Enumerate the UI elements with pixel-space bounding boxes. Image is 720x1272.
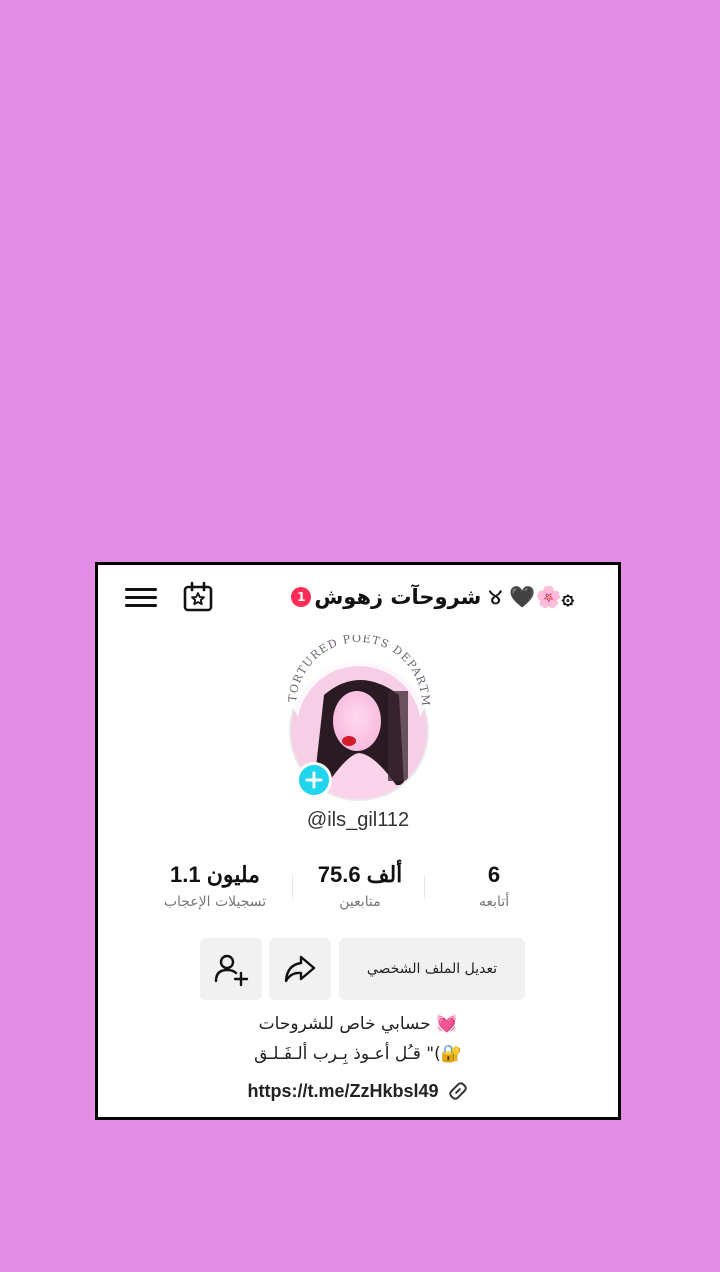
- add-friend-button[interactable]: [200, 938, 262, 1000]
- likes-label: تسجيلات الإعجاب: [163, 894, 267, 910]
- username-handle: @ils_gil112: [306, 809, 410, 831]
- profile-title[interactable]: 1 شروحآت زهوش ୪ 🖤🌸۞: [274, 577, 574, 617]
- edit-profile-button[interactable]: تعديل الملف الشخصي: [339, 938, 525, 1000]
- hamburger-menu-icon[interactable]: [125, 583, 157, 611]
- calendar-star-icon[interactable]: [182, 581, 214, 613]
- profile-link[interactable]: https://t.me/ZzHkbsl49: [98, 1080, 618, 1102]
- likes-stat[interactable]: 1.1 مليون تسجيلات الإعجاب: [145, 862, 285, 910]
- add-story-button[interactable]: [296, 762, 332, 798]
- notification-badge: 1: [291, 587, 312, 607]
- share-arrow-icon: [284, 955, 316, 983]
- plus-icon: [305, 771, 323, 789]
- following-stat[interactable]: 6 أتابعه: [424, 862, 564, 910]
- stat-divider: [292, 875, 293, 899]
- bio-line-2: قـُل أعـوذ بِـرب ألـفَـلـق "(🔐: [254, 1044, 462, 1064]
- profile-card: 1 شروحآت زهوش ୪ 🖤🌸۞ TORTURED POETS DEPAR…: [95, 562, 621, 1120]
- followers-stat[interactable]: 75.6 ألف متابعين: [290, 862, 430, 910]
- likes-count: 1.1 مليون: [170, 862, 260, 887]
- bio-line-1: حسابي خاص للشروحات 💓: [258, 1014, 458, 1034]
- followers-count: 75.6 ألف: [317, 862, 403, 887]
- link-url[interactable]: https://t.me/ZzHkbsl49: [247, 1081, 438, 1102]
- add-user-icon: [214, 954, 249, 987]
- link-icon: [448, 1082, 467, 1100]
- following-count: 6: [487, 862, 501, 887]
- share-profile-button[interactable]: [269, 938, 331, 1000]
- followers-label: متابعين: [339, 894, 381, 910]
- display-name: شروحآت زهوش ୪ 🖤🌸۞: [314, 584, 574, 609]
- following-label: أتابعه: [478, 894, 510, 910]
